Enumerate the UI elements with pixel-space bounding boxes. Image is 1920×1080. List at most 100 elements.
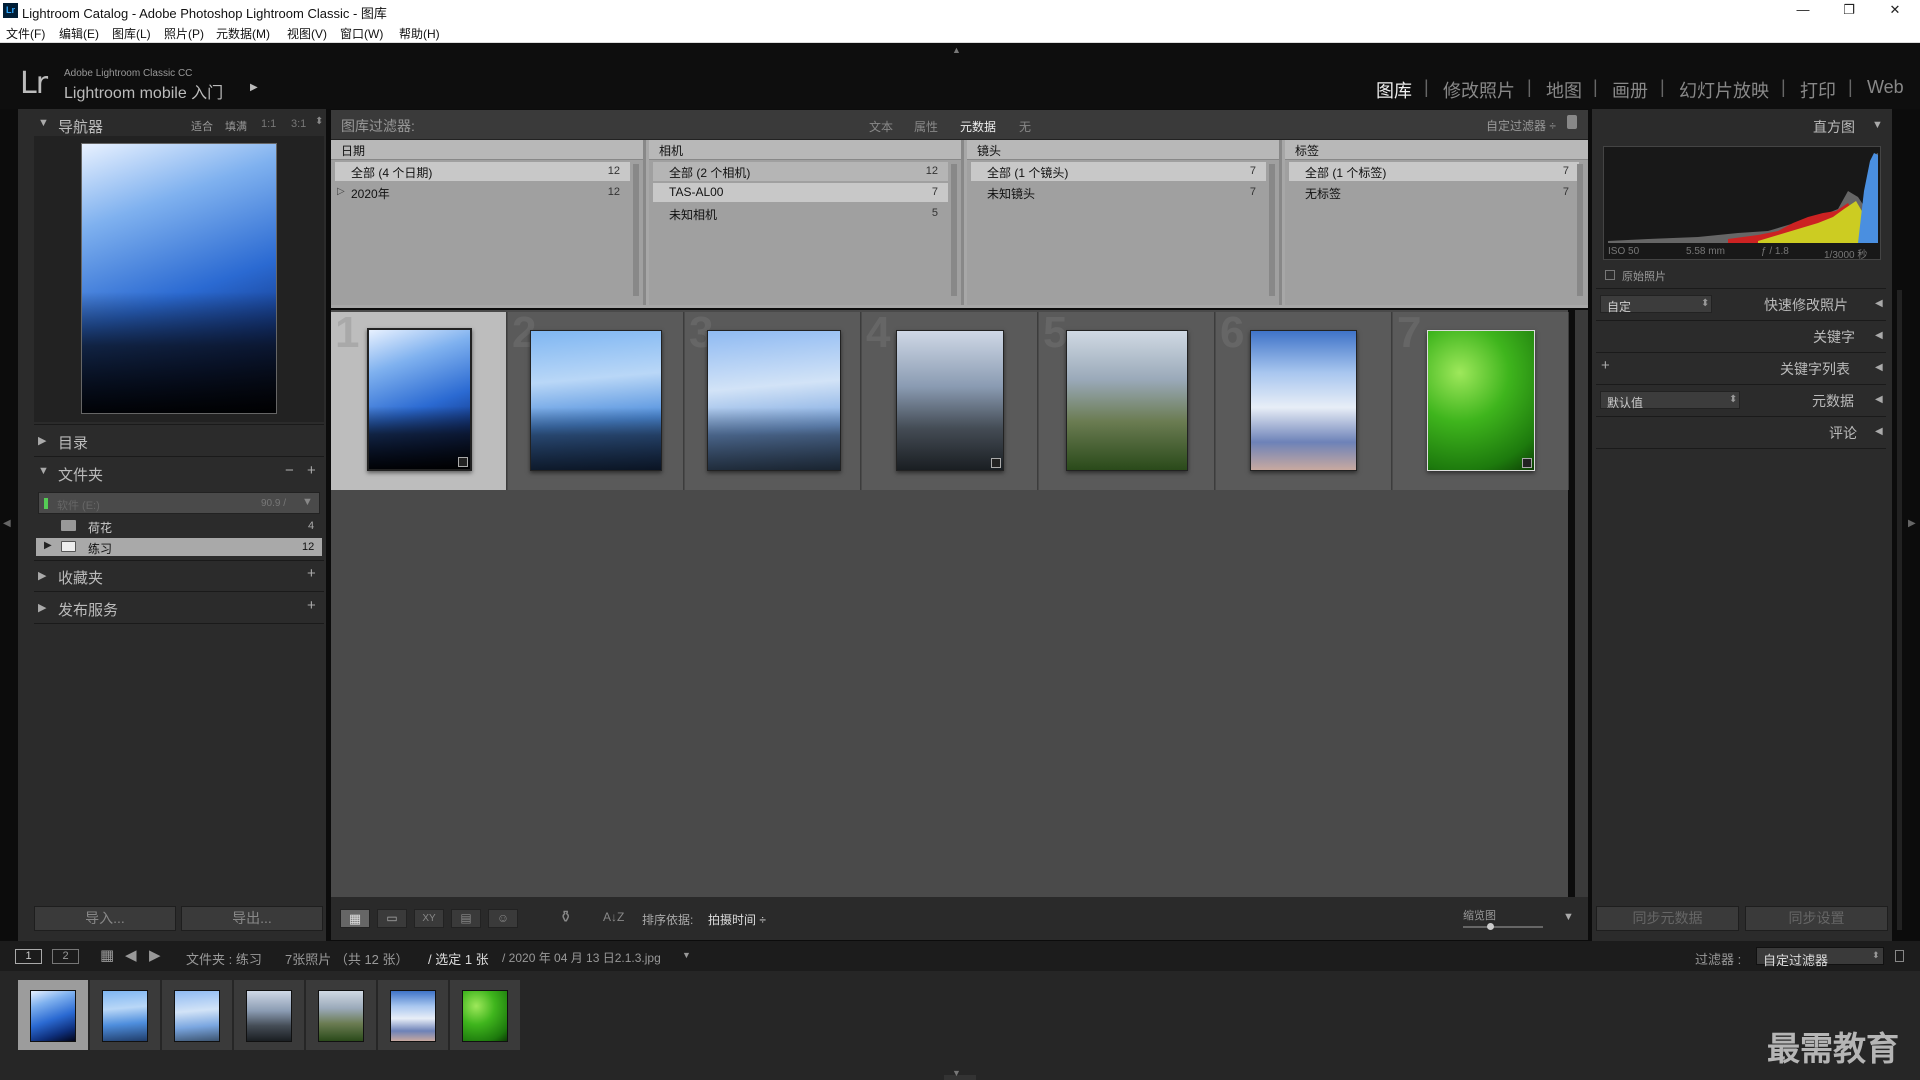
photo-thumbnail[interactable]: [707, 330, 841, 471]
sync-metadata-button[interactable]: 同步元数据: [1596, 906, 1739, 931]
menu-window[interactable]: 窗口(W): [340, 25, 383, 42]
filter-tab-none[interactable]: 无: [1019, 118, 1031, 135]
column-header[interactable]: 日期: [331, 140, 643, 160]
grid-view-icon[interactable]: ▦: [340, 909, 370, 928]
photo-thumbnail[interactable]: [367, 328, 472, 471]
back-arrow-icon[interactable]: ◀: [125, 946, 137, 964]
forward-arrow-icon[interactable]: ▶: [149, 946, 161, 964]
filmstrip-thumb[interactable]: [90, 980, 160, 1050]
window-1-button[interactable]: 1: [15, 949, 42, 964]
minus-icon[interactable]: −: [285, 462, 294, 479]
metadata-title[interactable]: 元数据: [1812, 391, 1854, 411]
filter-preset-select[interactable]: 自定过滤器 ⬍: [1756, 947, 1884, 968]
histogram[interactable]: ISO 50 5.58 mm ƒ / 1.8 1/3000 秒: [1603, 146, 1881, 261]
filter-row[interactable]: 无标签 7: [1289, 183, 1579, 202]
window-2-button[interactable]: 2: [52, 949, 79, 964]
collapse-bottom-icon[interactable]: ▼: [952, 1068, 961, 1078]
survey-view-icon[interactable]: ▤: [451, 909, 481, 928]
filter-row[interactable]: 全部 (4 个日期) 12: [335, 162, 630, 181]
triangle-left-icon[interactable]: ◀: [1875, 362, 1883, 373]
collapse-left-icon[interactable]: ◀: [3, 518, 11, 529]
grid-scrollbar[interactable]: [1575, 310, 1588, 897]
photo-thumbnail[interactable]: [1066, 330, 1188, 471]
menu-metadata[interactable]: 元数据(M): [216, 25, 270, 42]
plus-icon[interactable]: +: [307, 597, 316, 614]
zoom-stepper-icon[interactable]: ⬍: [315, 116, 323, 127]
keyword-list-title[interactable]: 关键字列表: [1780, 359, 1850, 379]
grid-cell[interactable]: 3: [685, 308, 861, 490]
plus-icon[interactable]: +: [307, 462, 316, 479]
original-photo-checkbox[interactable]: [1605, 270, 1615, 280]
menu-library[interactable]: 图库(L): [112, 25, 151, 42]
module-library[interactable]: 图库: [1376, 77, 1412, 103]
filter-row-selected[interactable]: TAS-AL00 7: [653, 183, 948, 202]
filmstrip-thumb-selected[interactable]: [18, 980, 88, 1050]
slider-handle[interactable]: [1487, 923, 1494, 930]
sort-select[interactable]: 拍摄时间 ÷: [708, 911, 766, 928]
chevron-down-icon[interactable]: ▼: [682, 950, 691, 960]
triangle-down-icon[interactable]: ▼: [1872, 119, 1883, 131]
right-panel-scrollbar[interactable]: [1897, 290, 1902, 930]
source-path[interactable]: 文件夹 : 练习: [186, 949, 262, 968]
module-develop[interactable]: 修改照片: [1443, 77, 1515, 103]
column-header[interactable]: 镜头: [967, 140, 1279, 160]
column-header[interactable]: 标签: [1285, 140, 1588, 160]
collapse-right-icon[interactable]: ▶: [1908, 518, 1916, 529]
plus-icon[interactable]: +: [307, 565, 316, 582]
filter-row[interactable]: 未知相机 5: [653, 204, 948, 223]
column-header[interactable]: 相机: [649, 140, 961, 160]
grid-cell[interactable]: 2: [508, 308, 684, 490]
collapse-top-icon[interactable]: ▲: [952, 45, 964, 55]
filter-tab-attribute[interactable]: 属性: [914, 118, 938, 135]
filmstrip-thumb[interactable]: [234, 980, 304, 1050]
compare-view-icon[interactable]: XY: [414, 909, 444, 928]
filter-row[interactable]: ▷ 2020年 12: [335, 183, 630, 202]
photo-thumbnail[interactable]: [1427, 330, 1535, 471]
triangle-left-icon[interactable]: ◀: [1875, 298, 1883, 309]
play-icon[interactable]: ▶: [250, 82, 258, 93]
folder-row[interactable]: 荷花 4: [36, 517, 322, 535]
grid-cell-selected[interactable]: 1: [331, 308, 507, 490]
filter-tab-metadata[interactable]: 元数据: [960, 118, 996, 135]
zoom-fill[interactable]: 填满: [225, 118, 247, 134]
minimize-button[interactable]: —: [1780, 0, 1826, 22]
module-map[interactable]: 地图: [1546, 77, 1582, 103]
column-scrollbar[interactable]: [633, 164, 639, 296]
grid-cell[interactable]: 4: [862, 308, 1038, 490]
module-print[interactable]: 打印: [1800, 77, 1836, 103]
filter-row[interactable]: 全部 (1 个标签) 7: [1289, 162, 1579, 181]
column-scrollbar[interactable]: [1269, 164, 1275, 296]
column-scrollbar[interactable]: [1577, 164, 1583, 296]
folder-row-selected[interactable]: ▶ 练习 12: [36, 538, 322, 556]
comments-title[interactable]: 评论: [1829, 423, 1857, 443]
menu-view[interactable]: 视图(V): [287, 25, 327, 42]
photo-thumbnail[interactable]: [896, 330, 1004, 471]
filmstrip-thumb[interactable]: [162, 980, 232, 1050]
mobile-getting-started-link[interactable]: Lightroom mobile 入门: [64, 79, 223, 103]
filter-row[interactable]: 全部 (1 个镜头) 7: [971, 162, 1266, 181]
maximize-button[interactable]: ❐: [1826, 0, 1872, 22]
zoom-1-1[interactable]: 1:1: [261, 118, 276, 130]
photo-thumbnail[interactable]: [1250, 330, 1357, 471]
triangle-left-icon[interactable]: ◀: [1875, 330, 1883, 341]
navigator-preview[interactable]: [34, 136, 324, 422]
loupe-view-icon[interactable]: ▭: [377, 909, 407, 928]
triangle-left-icon[interactable]: ◀: [1875, 394, 1883, 405]
menu-help[interactable]: 帮助(H): [399, 25, 440, 42]
metadata-preset-select[interactable]: 默认值 ⬍: [1600, 391, 1740, 410]
filmstrip-thumb[interactable]: [450, 980, 520, 1050]
lock-icon[interactable]: [1567, 115, 1577, 129]
sort-direction-icon[interactable]: A↓Z: [603, 910, 624, 924]
filter-row[interactable]: 未知镜头 7: [971, 183, 1266, 202]
menu-file[interactable]: 文件(F): [6, 25, 45, 42]
module-book[interactable]: 画册: [1612, 77, 1648, 103]
export-button[interactable]: 导出...: [181, 906, 323, 931]
grid-cell[interactable]: 6: [1216, 308, 1392, 490]
close-button[interactable]: ✕: [1872, 0, 1918, 22]
module-web[interactable]: Web: [1867, 77, 1904, 98]
volume-dropdown-icon[interactable]: ▼: [302, 496, 313, 508]
filter-preset-select[interactable]: 自定过滤器 ÷: [1486, 117, 1556, 134]
grid-cell[interactable]: 5: [1039, 308, 1215, 490]
toolbar-menu-icon[interactable]: ▼: [1563, 911, 1574, 923]
keywords-title[interactable]: 关键字: [1813, 327, 1855, 347]
